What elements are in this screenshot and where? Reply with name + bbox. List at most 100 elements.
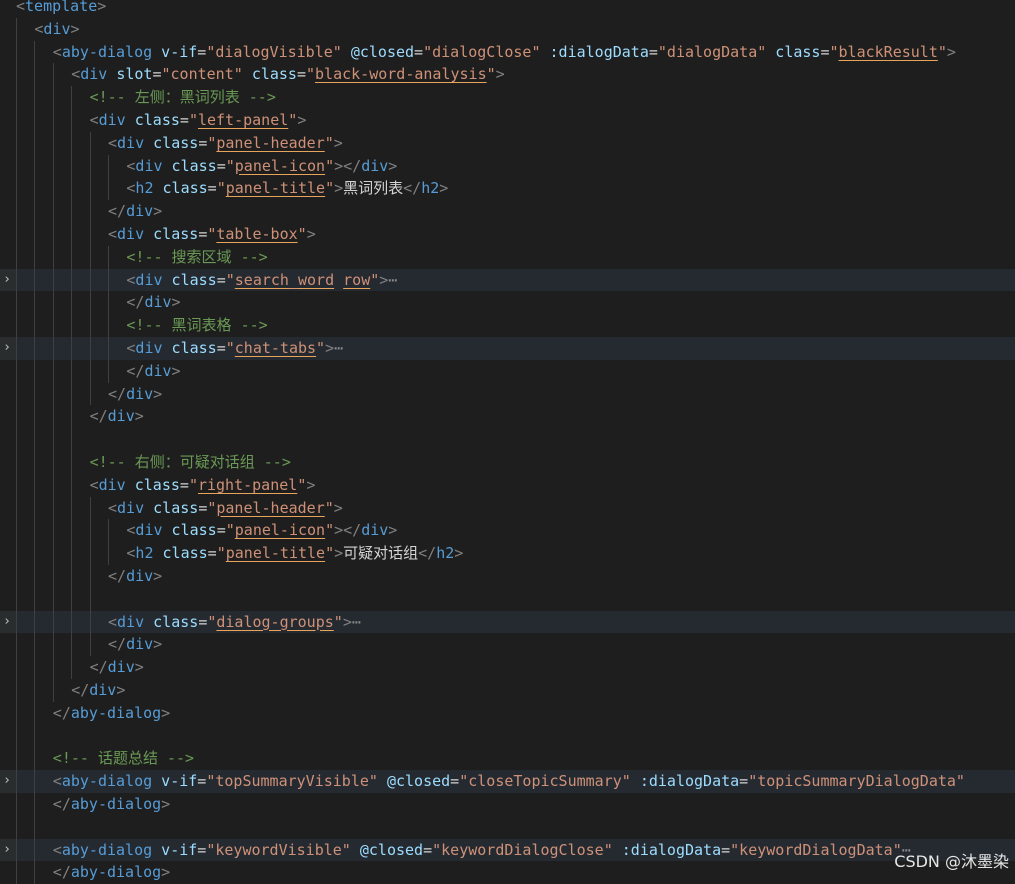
chevron-right-icon[interactable]: ›	[0, 770, 14, 793]
code-line[interactable]: <div slot="content" class="black-word-an…	[0, 63, 1015, 87]
indent-guide	[16, 610, 17, 634]
code-token: "	[324, 133, 334, 152]
code-line[interactable]: › <aby-dialog v-if="topSummaryVisible" @c…	[0, 770, 1015, 793]
indent-guide	[71, 496, 73, 520]
chevron-right-icon[interactable]: ›	[0, 337, 14, 360]
code-line[interactable]: </div>	[0, 565, 1015, 588]
code-token: class	[171, 156, 217, 175]
code-line[interactable]: › <aby-dialog v-if="keywordVisible" @clos…	[0, 838, 1015, 862]
code-line[interactable]: </div>	[0, 679, 1015, 702]
code-line[interactable]: </div>	[0, 291, 1015, 315]
code-text: <aby-dialog v-if="dialogVisible" @closed…	[53, 41, 956, 64]
indent-guide	[52, 519, 54, 543]
code-token: </	[108, 384, 127, 403]
indent-guide	[34, 131, 36, 155]
chevron-right-icon[interactable]: ›	[0, 839, 14, 862]
code-token: div	[117, 498, 145, 517]
indent-guide	[89, 268, 91, 292]
code-token: "	[225, 156, 235, 175]
code-line[interactable]: <div class="right-panel">	[0, 473, 1015, 497]
code-token: "topicSummaryDialogData"	[748, 772, 965, 791]
indent-guide	[16, 701, 17, 725]
code-line[interactable]	[0, 724, 1015, 748]
code-token: >	[161, 703, 171, 722]
code-line[interactable]: </div>	[0, 382, 1015, 406]
code-line[interactable]: <div class="left-panel">	[0, 109, 1015, 132]
code-line[interactable]: <h2 class="panel-title">黑词列表</h2>	[0, 177, 1015, 201]
chevron-right-icon[interactable]: ›	[0, 611, 14, 634]
code-line[interactable]: <h2 class="panel-title">可疑对话组</h2>	[0, 542, 1015, 565]
code-text: <div class="table-box">	[108, 223, 316, 246]
code-text: <!-- 话题总结 -->	[53, 747, 194, 770]
code-line[interactable]: </div>	[0, 656, 1015, 679]
code-token: @closed	[350, 42, 415, 61]
code-token: dialog-groups	[216, 612, 334, 631]
code-line[interactable]: <div class="table-box">	[0, 223, 1015, 246]
code-text: <h2 class="panel-title">黑词列表</h2>	[126, 177, 448, 200]
code-token: >	[388, 521, 398, 540]
code-token: "keywordDialogClose"	[432, 840, 613, 859]
code-line[interactable]: <!-- 黑词表格 -->	[0, 314, 1015, 337]
code-token: >	[495, 65, 505, 84]
code-token: =	[179, 475, 189, 494]
code-line[interactable]: › <div class="chat-tabs">⋯	[0, 337, 1015, 360]
code-line[interactable]: <!-- 话题总结 -->	[0, 747, 1015, 771]
code-line[interactable]: </div>	[0, 405, 1015, 429]
indent-guide	[34, 451, 36, 474]
code-line[interactable]	[0, 815, 1015, 839]
indent-guide	[52, 177, 54, 201]
indent-guide	[34, 40, 36, 64]
code-line[interactable]: <div class="panel-icon"></div>	[0, 519, 1015, 543]
code-token: "	[325, 544, 335, 563]
code-line[interactable]: <div class="panel-header">	[0, 496, 1015, 520]
code-token: div	[135, 521, 163, 540]
code-line[interactable]: <div class="panel-icon"></div>	[0, 154, 1015, 178]
code-token: <	[89, 475, 99, 494]
code-token: class	[153, 612, 199, 631]
chevron-right-icon[interactable]: ›	[0, 269, 14, 292]
code-line[interactable]: </div>	[0, 633, 1015, 657]
code-line[interactable]: <div>	[0, 17, 1015, 41]
code-token: "keywordVisible"	[206, 840, 351, 859]
indent-guide	[108, 519, 109, 543]
code-line[interactable]: <!-- 右侧：可疑对话组 -->	[0, 451, 1015, 474]
indent-guide	[52, 109, 54, 132]
code-line[interactable]	[0, 587, 1015, 611]
code-token: class	[775, 42, 821, 61]
indent-guide	[71, 291, 73, 315]
code-line[interactable]: </aby-dialog>	[0, 861, 1015, 884]
code-line[interactable]: </div>	[0, 200, 1015, 223]
code-token: >	[454, 544, 464, 563]
code-token: div	[89, 681, 117, 699]
code-line[interactable]: </aby-dialog>	[0, 701, 1015, 725]
code-line[interactable]: <aby-dialog v-if="dialogVisible" @closed…	[0, 40, 1015, 64]
code-line[interactable]: <!-- 左侧：黑词列表 -->	[0, 86, 1015, 109]
code-line[interactable]: <!-- 搜索区域 -->	[0, 245, 1015, 269]
code-editor[interactable]: <template> <div> <aby-dialog v-if="dialogV…	[0, 0, 1015, 884]
indent-guide	[52, 63, 54, 87]
code-token: <	[108, 612, 118, 631]
code-line[interactable]: <template>	[0, 0, 1015, 18]
code-token: "topSummaryVisible"	[206, 772, 378, 791]
code-line[interactable]: › <div class="search_word row">⋯	[0, 268, 1015, 292]
code-token: "	[225, 270, 235, 289]
code-token: aby-dialog	[61, 42, 153, 61]
indent-guide	[89, 565, 91, 588]
indent-guide	[16, 382, 17, 406]
code-token: 黑词列表	[343, 179, 404, 198]
code-line[interactable]	[0, 428, 1015, 451]
code-token: "	[937, 42, 947, 61]
code-line[interactable]: › <div class="dialog-groups">⋯	[0, 610, 1015, 634]
code-text: <h2 class="panel-title">可疑对话组</h2>	[126, 542, 463, 565]
code-token: >	[116, 681, 126, 699]
code-token: =	[197, 772, 207, 791]
code-line[interactable]: <div class="panel-header">	[0, 131, 1015, 155]
code-token: </	[89, 658, 108, 677]
code-line[interactable]: </div>	[0, 359, 1015, 383]
code-line[interactable]: </aby-dialog>	[0, 793, 1015, 816]
